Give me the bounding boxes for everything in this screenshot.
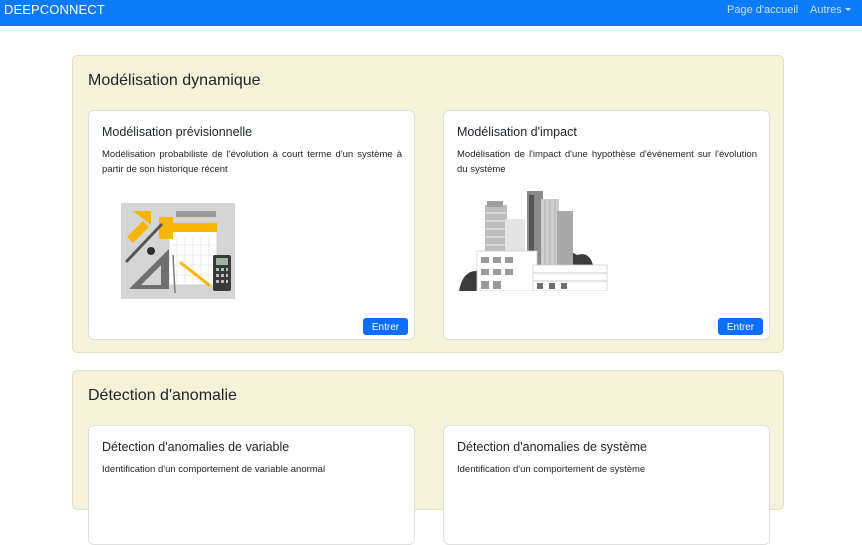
card-impact-modeling: Modélisation d'impact Modélisation de l'… [443,110,770,340]
card-description: Identification d'un comportement de syst… [457,464,646,475]
nav-more-label: Autres [810,4,842,16]
section-title: Détection d'anomalie [88,387,237,404]
card-title: Détection d'anomalies de système [457,440,647,454]
city-buildings-icon [459,191,608,291]
card-description: Modélisation de l'impact d'une hypothèse… [457,149,757,175]
card-description: Identification d'un comportement de vari… [102,464,326,475]
tools-drafting-icon [121,203,235,299]
brand-logo[interactable]: DEEPCONNECT [4,2,105,17]
card-forecast-modeling: Modélisation prévisionnelle Modélisation… [88,110,415,340]
caret-down-icon [844,8,851,11]
enter-button[interactable]: Entrer [718,318,763,335]
top-navbar: DEEPCONNECT Page d'accueil Autres [0,0,862,26]
nav-home-link[interactable]: Page d'accueil [727,4,798,16]
section-title: Modélisation dynamique [88,72,261,89]
enter-button[interactable]: Entrer [363,318,408,335]
card-variable-anomaly: Détection d'anomalies de variable Identi… [88,425,415,545]
card-title: Modélisation prévisionnelle [102,125,253,139]
card-system-anomaly: Détection d'anomalies de système Identif… [443,425,770,545]
card-title: Modélisation d'impact [457,125,577,139]
section-anomaly-detection: Détection d'anomalie Détection d'anomali… [72,370,784,545]
card-description: Modélisation probabiliste de l'évolution… [102,149,402,175]
section-dynamic-modeling: Modélisation dynamique Modélisation prév… [72,55,784,353]
card-title: Détection d'anomalies de variable [102,440,290,454]
nav-more-dropdown[interactable]: Autres [810,4,851,16]
